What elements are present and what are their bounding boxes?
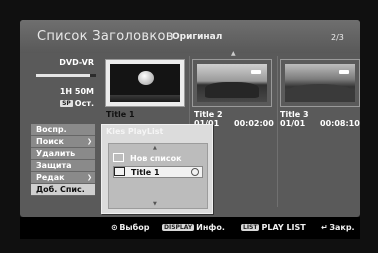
playlist-item-label: Title 1 — [131, 168, 160, 177]
footer-close[interactable]: ↵ Закр. — [321, 223, 355, 232]
return-arrow-icon: ↵ — [321, 223, 328, 232]
page-indicator: 2/3 — [331, 33, 344, 42]
menu-item-label: Воспр. — [36, 125, 67, 134]
menu-item-label: Защита — [36, 161, 72, 170]
menu-item-search[interactable]: Поиск ❯ — [31, 136, 95, 148]
mode-badge: SP — [60, 100, 73, 107]
playlist-popup: Kies PlayList ▲ Нов список Title 1 ▼ — [101, 124, 213, 214]
item-marker-icon — [191, 168, 199, 176]
title-name: Title 3 — [280, 110, 309, 119]
playlist-item-title-1[interactable]: Title 1 — [113, 166, 203, 178]
remaining-bar — [36, 74, 96, 77]
title-thumb-1[interactable] — [105, 59, 185, 107]
footer-select: ⊙ Выбор — [111, 223, 149, 232]
title-duration: 00:08:10 — [320, 119, 360, 128]
dvd-title-list-screen: Список Заголовков Оригинал 2/3 ▲ DVD-VR … — [0, 0, 378, 253]
title-thumb-3[interactable] — [280, 59, 360, 107]
submenu-arrow-icon: ❯ — [86, 174, 92, 181]
menu-item-add-playlist[interactable]: Доб. Спис. — [31, 184, 95, 196]
ok-circle-icon: ⊙ — [111, 223, 118, 232]
mode-text: Ост. — [74, 99, 94, 108]
recording-mode: SP Ост. — [60, 99, 94, 108]
scroll-up-icon[interactable]: ▲ — [153, 145, 157, 151]
grid-divider — [277, 56, 278, 207]
menu-item-label: Редак — [36, 173, 65, 182]
title-name: Title 1 — [106, 110, 135, 119]
options-menu: Воспр. Поиск ❯ Удалить Защита Редак ❯ Доб.… — [31, 124, 95, 208]
disc-type: DVD-VR — [59, 58, 94, 67]
footer-close-label: Закр. — [329, 223, 355, 232]
popup-title: Kies PlayList — [106, 127, 164, 136]
remaining-bar-fill — [36, 74, 90, 77]
thumbnail-image — [197, 64, 267, 102]
footer-select-label: Выбор — [119, 223, 150, 232]
title-duration: 00:02:00 — [234, 119, 274, 128]
footer-playlist[interactable]: LIST PLAY LIST — [241, 223, 306, 232]
menu-item-label: Доб. Спис. — [36, 185, 85, 194]
menu-item-label: Удалить — [36, 149, 76, 158]
playlist-list: ▲ Нов список Title 1 ▼ — [108, 143, 208, 209]
thumbnail-image — [285, 64, 355, 102]
thumbnail-image — [110, 64, 180, 102]
title-name: Title 2 — [194, 110, 223, 119]
playlist-icon — [114, 167, 125, 176]
menu-item-protect[interactable]: Защита — [31, 160, 95, 172]
submenu-arrow-icon: ❯ — [86, 138, 92, 145]
disc-info: DVD-VR 1H 50M SP Ост. — [28, 56, 98, 122]
scroll-down-icon[interactable]: ▼ — [153, 201, 157, 207]
remaining-time: 1H 50M — [59, 87, 94, 96]
protect-badge-icon — [339, 70, 349, 74]
menu-item-edit[interactable]: Редак ❯ — [31, 172, 95, 184]
title-thumb-2[interactable] — [192, 59, 272, 107]
footer-info[interactable]: DISPLAY Инфо. — [162, 223, 225, 232]
playlist-item-new[interactable]: Нов список — [113, 153, 203, 165]
menu-item-delete[interactable]: Удалить — [31, 148, 95, 160]
menu-item-play[interactable]: Воспр. — [31, 124, 95, 136]
page-subtitle: Оригинал — [172, 32, 223, 42]
list-key-icon: LIST — [241, 224, 260, 231]
menu-item-label: Поиск — [36, 137, 64, 146]
title-date: 01/01 — [280, 119, 306, 128]
protect-badge-icon — [251, 70, 261, 74]
page-title: Список Заголовков — [37, 29, 174, 44]
playlist-item-label: Нов список — [130, 154, 182, 163]
footer-playlist-label: PLAY LIST — [261, 223, 306, 232]
footer-info-label: Инфо. — [196, 223, 225, 232]
display-key-icon: DISPLAY — [162, 224, 195, 231]
new-list-icon — [113, 153, 124, 162]
